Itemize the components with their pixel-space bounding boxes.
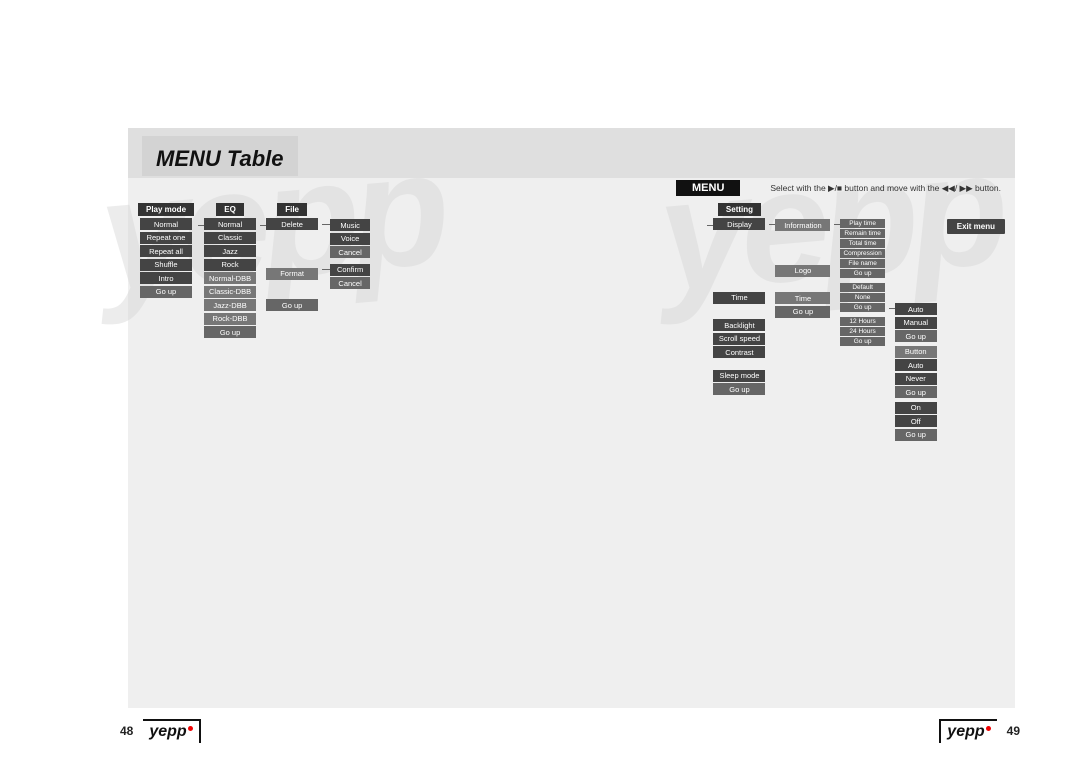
info-total-time: Total time	[840, 239, 884, 248]
file-confirm: Confirm	[330, 264, 370, 276]
setting-scroll: Scroll speed	[713, 333, 765, 345]
play-repeat-all: Repeat all	[140, 245, 192, 257]
eq-section: EQ Normal Classic Jazz Rock Normal-DBB C…	[204, 203, 256, 340]
file-cancel2: Cancel	[330, 277, 370, 289]
file-go-up: Go up	[266, 299, 318, 311]
yepp-logo-left: yepp	[149, 723, 186, 741]
setting-backlight: Backlight	[713, 319, 765, 331]
time-auto: Auto	[895, 303, 937, 315]
play-normal: Normal	[140, 218, 192, 230]
yepp-dot-left	[188, 726, 193, 731]
file-cancel1: Cancel	[330, 246, 370, 258]
menu-badge: MENU	[676, 180, 740, 196]
time-12h: 12 Hours	[840, 317, 884, 326]
file-format: Format	[266, 268, 318, 280]
scroll-auto: Auto	[895, 359, 937, 371]
eq-rock: Rock	[204, 259, 256, 271]
logo-default: Default	[840, 283, 884, 292]
bottom-bar: 48 yepp yepp 49	[120, 719, 1020, 743]
instruction-text: Select with the ▶/■ button and move with…	[770, 183, 1001, 194]
eq-header: EQ	[216, 203, 244, 216]
display-time-label: Time	[775, 292, 830, 304]
eq-rock-dbb: Rock-DBB	[204, 313, 256, 325]
setting-section: Setting Display Time Backlight Scroll sp…	[713, 203, 765, 397]
eq-jazz-dbb: Jazz-DBB	[204, 299, 256, 311]
file-music: Music	[330, 219, 370, 231]
exit-menu-button[interactable]: Exit menu	[947, 219, 1005, 234]
eq-go-up: Go up	[204, 326, 256, 338]
page-number-right: 49	[1007, 724, 1020, 738]
time-manual: Manual	[895, 317, 937, 329]
setting-go-up: Go up	[713, 383, 765, 395]
scroll-go-up: Go up	[895, 386, 937, 398]
scroll-never: Never	[895, 373, 937, 385]
yepp-logo-right: yepp	[947, 723, 984, 741]
play-mode-section: Play mode Normal Repeat one Repeat all S…	[138, 203, 194, 299]
file-delete: Delete	[266, 218, 318, 230]
setting-sleep: Sleep mode	[713, 370, 765, 382]
backlight-button: Button	[895, 346, 937, 358]
yepp-dot-right	[986, 726, 991, 731]
eq-classic: Classic	[204, 232, 256, 244]
file-header: File	[277, 203, 307, 216]
file-section: File Delete Format Go up	[266, 203, 318, 313]
setting-header: Setting	[718, 203, 761, 216]
play-mode-header: Play mode	[138, 203, 194, 216]
setting-time: Time	[713, 292, 765, 304]
info-remain-time: Remain time	[840, 229, 884, 238]
setting-contrast: Contrast	[713, 346, 765, 358]
sleep-go-up: Go up	[895, 429, 937, 441]
sleep-on: On	[895, 402, 937, 414]
main-content-area: MENU Table MENU Select with the ▶/■ butt…	[128, 128, 1015, 708]
file-voice: Voice	[330, 233, 370, 245]
play-go-up: Go up	[140, 286, 192, 298]
info-play-time: Play time	[840, 219, 884, 228]
time-go-up: Go up	[840, 337, 884, 346]
time-24h: 24 Hours	[840, 327, 884, 336]
display-information: Information	[775, 219, 830, 231]
play-repeat-one: Repeat one	[140, 232, 192, 244]
eq-classic-dbb: Classic-DBB	[204, 286, 256, 298]
info-compression: Compression	[840, 249, 884, 258]
eq-normal-dbb: Normal-DBB	[204, 272, 256, 284]
eq-normal: Normal	[204, 218, 256, 230]
setting-display: Display	[713, 218, 765, 230]
info-file-name: File name	[840, 259, 884, 268]
display-logo: Logo	[775, 265, 830, 277]
page-title: MENU Table	[142, 136, 298, 176]
page-number-left: 48	[120, 724, 133, 738]
logo-go-up: Go up	[840, 303, 884, 312]
menu-tree: Play mode Normal Repeat one Repeat all S…	[128, 199, 1015, 446]
play-shuffle: Shuffle	[140, 259, 192, 271]
play-intro: Intro	[140, 272, 192, 284]
time-go-up2: Go up	[895, 330, 937, 342]
logo-none: None	[840, 293, 884, 302]
display-go-up: Go up	[775, 306, 830, 318]
eq-jazz: Jazz	[204, 245, 256, 257]
sleep-off: Off	[895, 415, 937, 427]
info-go-up: Go up	[840, 269, 884, 278]
